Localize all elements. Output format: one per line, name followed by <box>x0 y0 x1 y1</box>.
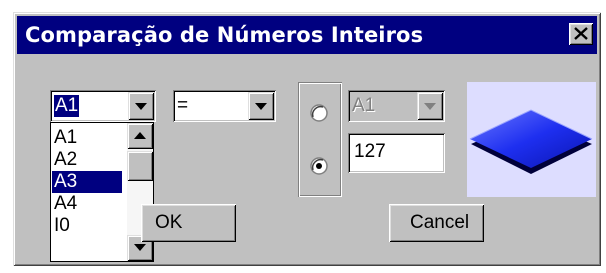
right-variable-dropdown-button <box>417 92 443 120</box>
dropdown-arrow-icon <box>424 103 436 110</box>
constant-value-text: 127 <box>354 141 386 162</box>
ok-button[interactable]: OK <box>141 204 236 242</box>
dropdown-arrow-icon <box>135 103 147 110</box>
diamond-shape-icon <box>469 109 593 174</box>
right-variable-value: A1 <box>352 95 376 116</box>
list-item[interactable]: A2 <box>52 149 122 171</box>
constant-value-input[interactable]: 127 <box>348 133 445 173</box>
right-variable-select: A1 <box>348 90 445 122</box>
left-operand-select[interactable]: A1 <box>50 90 156 122</box>
operator-dropdown-button[interactable] <box>248 92 274 120</box>
radio-constant[interactable] <box>310 157 328 175</box>
scroll-thumb[interactable] <box>127 151 153 181</box>
title-bar[interactable]: Comparação de Números Inteiros <box>17 16 597 54</box>
scroll-down-arrow-icon <box>134 244 146 251</box>
shape-preview <box>467 82 596 197</box>
close-icon <box>574 27 588 40</box>
cancel-button-label: Cancel <box>410 212 470 233</box>
list-item[interactable]: I0 <box>52 215 122 237</box>
comparison-dialog: Comparação de Números Inteiros A1 A1 A2 … <box>13 12 601 266</box>
operator-select[interactable]: = <box>173 90 276 122</box>
window-title: Comparação de Números Inteiros <box>25 23 424 47</box>
left-operand-list[interactable]: A1 A2 A3 A4 I0 <box>50 122 154 262</box>
dropdown-arrow-icon <box>255 103 267 110</box>
operator-value: = <box>177 95 189 116</box>
ok-button-label: OK <box>155 212 183 233</box>
list-item-selected[interactable]: A3 <box>52 171 122 193</box>
radio-variable[interactable] <box>310 104 328 122</box>
left-operand-dropdown-button[interactable] <box>128 92 154 120</box>
scroll-up-button[interactable] <box>127 123 153 149</box>
close-button[interactable] <box>569 23 593 45</box>
list-item[interactable]: A4 <box>52 193 122 215</box>
list-item[interactable]: A1 <box>52 127 122 149</box>
cancel-button[interactable]: Cancel <box>389 204 484 242</box>
operand-mode-group <box>298 82 342 197</box>
left-operand-value: A1 <box>54 95 80 117</box>
scroll-up-arrow-icon <box>134 132 146 139</box>
